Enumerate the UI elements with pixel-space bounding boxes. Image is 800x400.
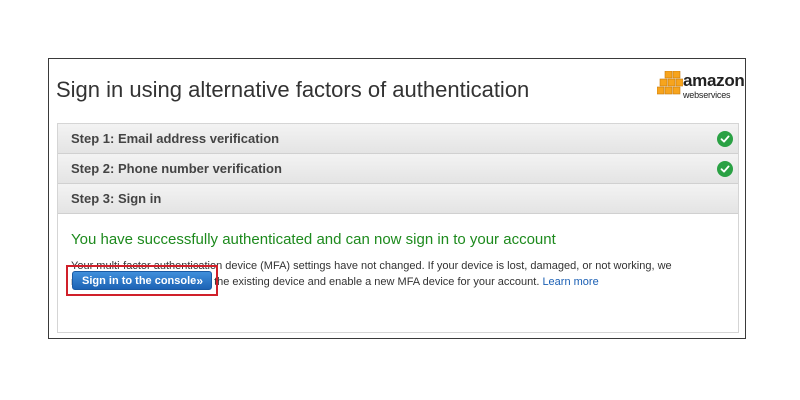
step-email-verification[interactable]: Step 1: Email address verification: [58, 124, 738, 154]
logo-wordmark: amazon: [683, 71, 745, 90]
step-label: Step 2: Phone number verification: [71, 161, 282, 176]
page-title: Sign in using alternative factors of aut…: [56, 77, 530, 102]
success-message: You have successfully authenticated and …: [71, 231, 556, 248]
button-label: Sign in to the console: [82, 275, 197, 287]
step-phone-verification[interactable]: Step 2: Phone number verification: [58, 154, 738, 184]
auth-panel: Sign in using alternative factors of aut…: [48, 58, 746, 339]
steps-accordion: Step 1: Email address verification Step …: [57, 123, 739, 333]
step-sign-in[interactable]: Step 3: Sign in: [58, 184, 738, 214]
sign-in-console-button[interactable]: Sign in to the console »: [72, 271, 212, 290]
check-circle-icon: [717, 161, 733, 177]
aws-logo: amazon webservices: [657, 69, 745, 109]
double-chevron-right-icon: »: [196, 274, 203, 288]
step-label: Step 3: Sign in: [71, 191, 162, 206]
logo-subtitle: webservices: [683, 90, 731, 100]
button-highlight-box: Sign in to the console »: [66, 265, 218, 296]
check-circle-icon: [717, 131, 733, 147]
step-label: Step 1: Email address verification: [71, 131, 280, 146]
learn-more-link[interactable]: Learn more: [542, 276, 598, 288]
aws-cubes-icon: [657, 71, 683, 95]
